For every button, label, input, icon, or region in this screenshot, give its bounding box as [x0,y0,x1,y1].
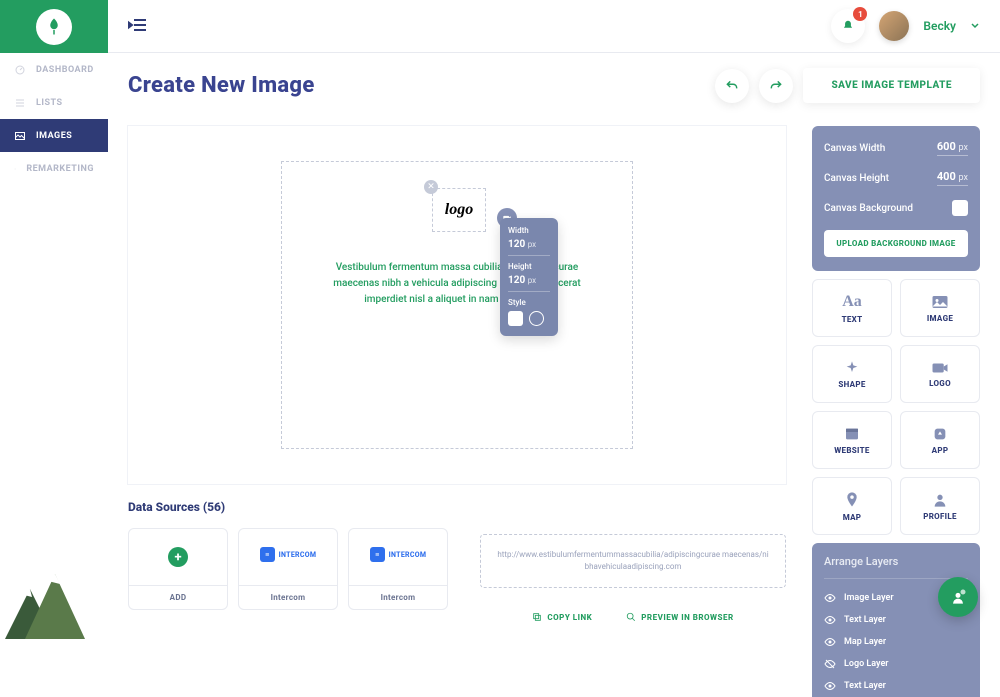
height-input[interactable]: 120 px [508,275,550,292]
copy-link-button[interactable]: COPY LINK [532,612,592,622]
bg-color-picker[interactable] [952,200,968,216]
nav-images[interactable]: IMAGES [0,119,108,152]
browser-icon [844,426,860,442]
share-icon [14,163,16,175]
canvas-bg-label: Canvas Background [824,203,913,214]
sidebar: DASHBOARD LISTS IMAGES REMARKETING [0,0,108,639]
layer-item[interactable]: Map Layer [824,631,968,653]
intercom-icon: ≡ [260,547,275,562]
image-icon [14,130,26,142]
copy-icon [532,612,542,622]
undo-button[interactable] [715,69,749,103]
undo-icon [725,79,739,93]
camera-icon [931,361,949,375]
style-label: Style [508,298,550,307]
canvas-properties: Canvas Width 600 px Canvas Height 400 px C… [812,126,980,271]
tool-app[interactable]: APP [900,411,980,469]
style-circle-option[interactable] [529,311,544,326]
sparkle-icon [844,360,860,376]
width-input[interactable]: 120 px [508,239,550,256]
upload-bg-button[interactable]: UPLOAD BACKGROUND IMAGE [824,230,968,257]
chat-fab[interactable] [938,577,978,617]
layer-item[interactable]: Logo Layer [824,653,968,675]
nav-label: DASHBOARD [36,65,94,75]
sprout-icon [45,18,63,36]
eye-icon[interactable] [824,680,836,692]
preview-browser-button[interactable]: PREVIEW IN BROWSER [626,612,733,622]
height-label: Height [508,262,550,271]
menu-collapse-icon [128,18,146,32]
page-header: Create New Image SAVE IMAGE TEMPLATE [128,68,980,103]
app-icon [932,426,948,442]
image-icon [931,294,949,310]
plus-icon: + [168,547,188,567]
tool-shape[interactable]: SHAPE [812,345,892,403]
notification-badge: 1 [853,7,867,21]
eye-icon[interactable] [824,592,836,604]
tool-logo[interactable]: LOGO [900,345,980,403]
notifications-button[interactable]: 1 [831,9,865,43]
nav-dashboard[interactable]: DASHBOARD [0,53,108,86]
tool-map[interactable]: MAP [812,477,892,535]
nav-remarketing[interactable]: REMARKETING [0,152,108,185]
dashboard-icon [14,64,26,76]
intercom-icon: ≡ [370,547,385,562]
layers-panel: Arrange Layers Image Layer Text Layer Ma… [812,543,980,697]
data-source-card[interactable]: ≡INTERCOM Intercom [348,528,448,610]
person-icon [932,492,948,508]
nav-label: LISTS [36,98,63,108]
pin-icon [845,491,859,509]
tool-text[interactable]: AaTEXT [812,279,892,337]
redo-button[interactable] [759,69,793,103]
url-text: http://www.estibulumfermentummassacubili… [497,549,769,573]
tool-profile[interactable]: PROFILE [900,477,980,535]
url-preview-box: http://www.estibulumfermentummassacubili… [480,534,786,588]
chevron-down-icon[interactable] [970,21,980,31]
list-icon [14,97,26,109]
user-avatar[interactable] [879,11,909,41]
app-logo[interactable] [0,0,108,53]
redo-icon [769,79,783,93]
save-template-button[interactable]: SAVE IMAGE TEMPLATE [803,68,980,103]
canvas-height-label: Canvas Height [824,173,889,184]
tool-website[interactable]: WEBSITE [812,411,892,469]
bell-icon [841,19,855,33]
tool-image[interactable]: IMAGE [900,279,980,337]
element-properties-popup: Width 120 px Height 120 px Style [500,218,558,336]
eye-icon[interactable] [824,614,836,626]
layers-title: Arrange Layers [824,555,968,579]
search-icon [626,612,636,622]
tool-palette: AaTEXT IMAGE SHAPE LOGO WEBSITE APP MAP … [812,279,980,535]
mountains-decoration [0,569,108,639]
eye-off-icon[interactable] [824,658,836,670]
eye-icon[interactable] [824,636,836,648]
canvas-width-input[interactable]: 600 px [937,140,968,156]
add-data-source-card[interactable]: + ADD [128,528,228,610]
data-source-card[interactable]: ≡INTERCOM Intercom [238,528,338,610]
text-icon: Aa [842,293,862,311]
data-sources-title: Data Sources (56) [128,500,786,514]
user-name[interactable]: Becky [923,19,956,33]
nav-lists[interactable]: LISTS [0,86,108,119]
nav-label: REMARKETING [26,164,94,174]
canvas-frame: ✕ logo Vestibulum fermentum massa cubili… [281,161,633,449]
canvas-height-input[interactable]: 400 px [937,170,968,186]
page-title: Create New Image [128,73,315,98]
canvas-area[interactable]: ✕ logo Vestibulum fermentum massa cubili… [128,126,786,484]
nav-label: IMAGES [36,131,72,141]
logo-element[interactable]: logo [432,188,486,232]
menu-toggle[interactable] [128,17,146,36]
canvas-width-label: Canvas Width [824,143,885,154]
layer-item[interactable]: Text Layer [824,675,968,697]
width-label: Width [508,226,550,235]
chat-icon [948,587,968,607]
style-square-option[interactable] [508,311,523,326]
topbar: 1 Becky [108,0,1000,53]
